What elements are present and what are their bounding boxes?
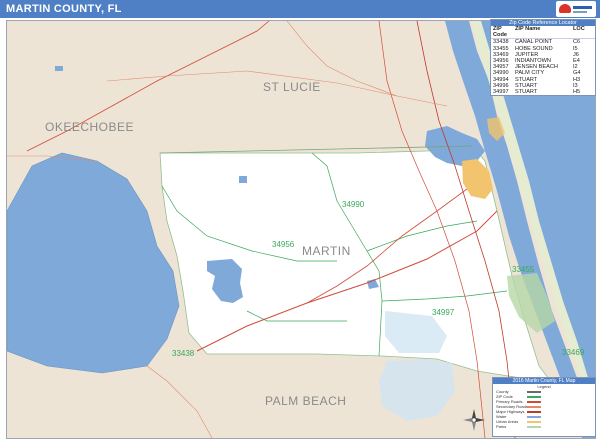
brand-bar-icon-2 <box>573 11 587 13</box>
legend-swatch <box>527 411 541 413</box>
zip-label-33455: 33455 <box>512 265 535 274</box>
county-label-st-lucie: ST LUCIE <box>263 80 321 94</box>
county-label-martin: MARTIN <box>302 244 351 258</box>
zip-table-column-headers: ZIP Code ZIP Name LOC <box>491 26 595 40</box>
legend-swatch <box>527 416 541 418</box>
map-publisher-logo[interactable] <box>556 1 596 17</box>
map-title: MARTIN COUNTY, FL <box>6 3 122 15</box>
pond-1 <box>239 176 247 183</box>
legend-item: Parks <box>493 424 595 429</box>
zip-label-34956: 34956 <box>272 240 295 249</box>
legend-swatch <box>527 406 541 408</box>
zip-cell: STUART <box>515 89 538 96</box>
county-label-palm-beach: PALM BEACH <box>265 394 346 408</box>
legend-swatch <box>527 391 541 393</box>
compass-rose-icon <box>463 409 485 431</box>
title-bar: MARTIN COUNTY, FL <box>0 0 600 18</box>
legend-swatch <box>527 401 541 403</box>
zip-label-33438: 33438 <box>172 349 195 358</box>
brand-bar-icon <box>573 6 592 9</box>
zip-label-34990: 34990 <box>342 200 365 209</box>
zip-reference-table: Zip Code Reference Locator ZIP Code ZIP … <box>490 19 596 97</box>
zip-col-loc: LOC <box>573 26 585 32</box>
legend-swatch <box>527 396 541 398</box>
zip-cell: H5 <box>573 89 581 96</box>
legend-label: Parks <box>496 424 507 429</box>
road-sw-lake <box>146 365 213 438</box>
brand-mark-icon <box>559 4 571 13</box>
legend-swatch <box>527 421 541 423</box>
park-south <box>379 359 455 421</box>
zip-col-name: ZIP Name <box>515 26 541 32</box>
county-label-okeechobee: OKEECHOBEE <box>45 120 134 134</box>
pond-2 <box>55 66 63 71</box>
table-row: 34997 STUART H5 <box>491 89 595 95</box>
zip-label-33469: 33469 <box>562 348 585 357</box>
legend-swatch <box>527 426 541 428</box>
zip-col-code: ZIP Code <box>493 26 507 39</box>
zip-label-34997: 34997 <box>432 308 455 317</box>
lake-okeechobee <box>7 152 180 374</box>
map-legend: 2016 Martin County, FL Map Legend County… <box>492 377 596 437</box>
zip-cell: 34997 <box>493 89 509 96</box>
